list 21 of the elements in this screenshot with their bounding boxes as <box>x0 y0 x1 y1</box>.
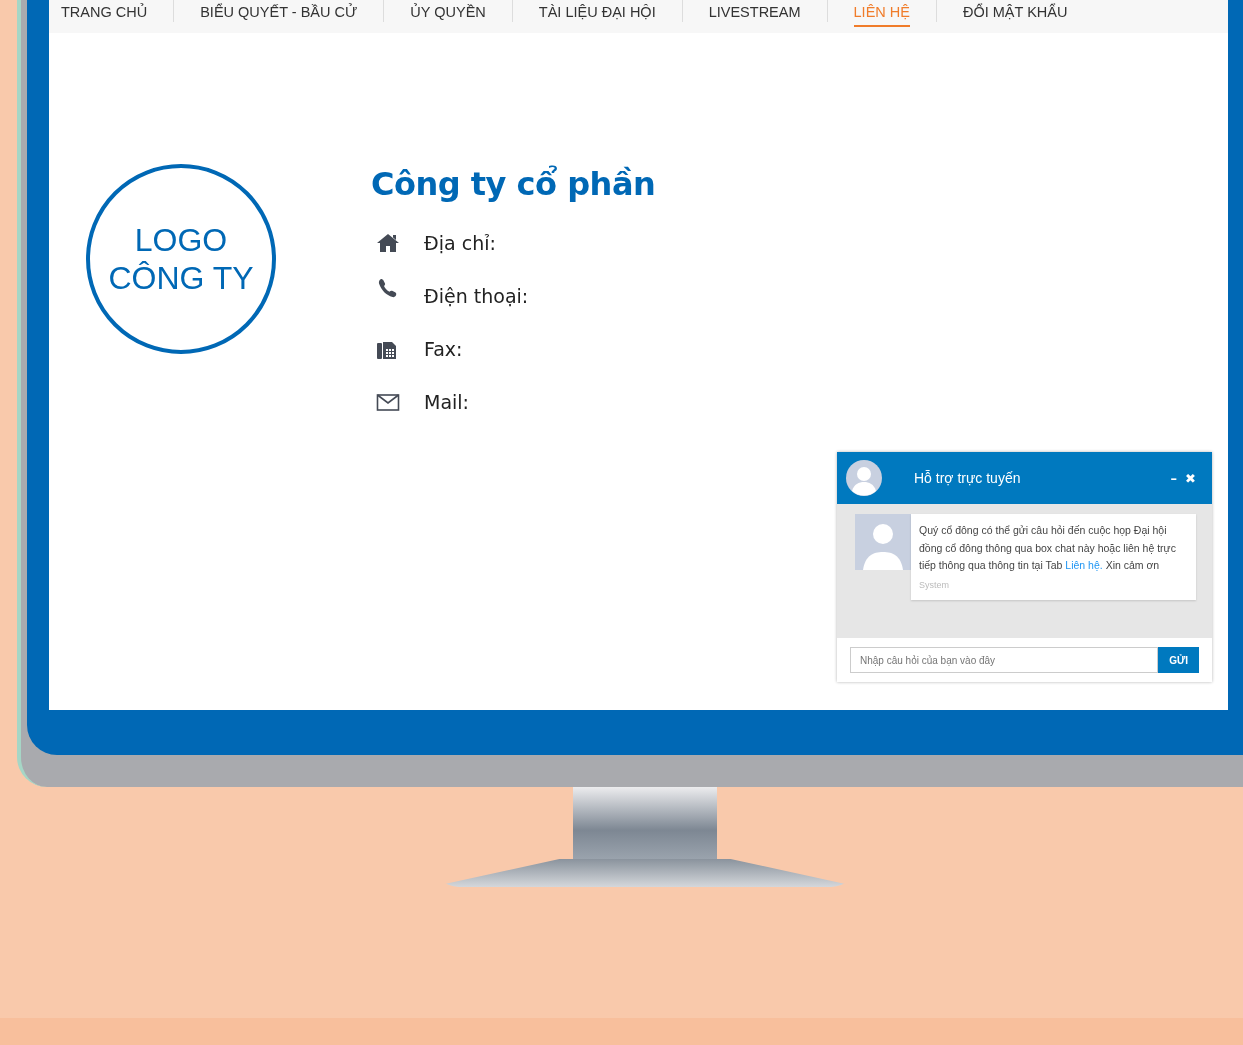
logo-text: LOGO <box>134 221 228 259</box>
nav-link[interactable]: LIVESTREAM <box>682 3 827 21</box>
nav-link[interactable]: TRANG CHỦ <box>61 3 174 21</box>
message-text: Quý cổ đông có thể gửi câu hỏi đến cuộc họp Đại hội đồng cổ đông thông qua box chat này hoặc liên hệ trực tiếp thông qua thông tin tại Tab Liên hệ. Xin cảm ơn <box>919 523 1177 573</box>
company-title: Công ty cổ phần <box>371 164 656 204</box>
nav-link[interactable]: BIỂU QUYẾT - BẦU CỬ <box>174 3 384 21</box>
sender-name: System <box>919 579 950 590</box>
contact-label: Mail: <box>424 390 469 413</box>
contact-label: Fax: <box>424 337 463 360</box>
nav-link[interactable]: ỦY QUYỀN <box>384 3 512 21</box>
chat-title: Hỗ trợ trực tuyến <box>914 470 1022 486</box>
question-input[interactable]: Nhập câu hỏi của bạn vào đây <box>850 647 1159 673</box>
nav-link[interactable]: TÀI LIỆU ĐẠI HỘI <box>512 3 682 21</box>
minimize-button[interactable]: – <box>1166 470 1182 486</box>
close-button[interactable]: ✖ <box>1181 470 1200 486</box>
contact-label: Điện thoại: <box>424 284 529 307</box>
avatar-icon <box>846 460 882 496</box>
nav-link[interactable]: ĐỔI MẬT KHẨU <box>936 3 1094 21</box>
contact-label: Địa chỉ: <box>424 231 496 254</box>
logo-text: CÔNG TY <box>108 259 254 297</box>
send-button[interactable]: GỬI <box>1158 647 1199 673</box>
